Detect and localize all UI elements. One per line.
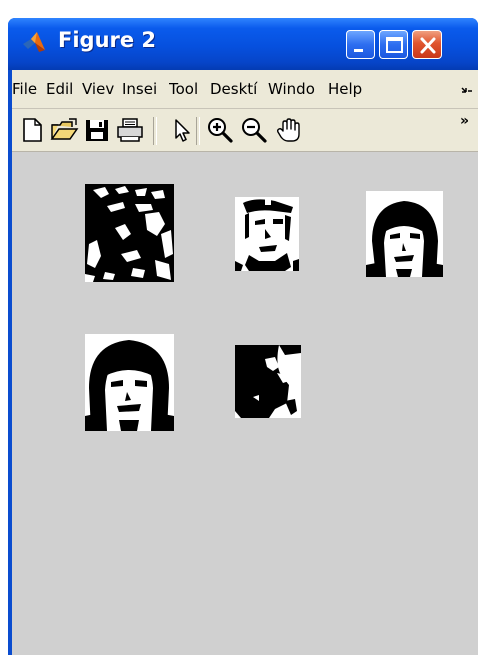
menu-edit[interactable]: Edil [46,79,76,99]
figure-toolbar: » [12,109,478,152]
menu-view[interactable]: Viev [82,79,116,99]
maximize-button[interactable] [379,30,408,59]
zoom-out-icon [242,118,267,143]
open-folder-icon [50,118,79,140]
figure-canvas [12,152,478,655]
face-image-5[interactable] [235,345,301,418]
face-image-3[interactable] [366,191,443,277]
print-figure-button[interactable] [115,117,145,143]
toolbar-separator [196,117,200,145]
close-icon [420,37,436,54]
figure-window: Figure 2 File Edil Viev Insei Tool Deskt… [8,18,478,655]
edit-plot-button[interactable] [168,117,194,143]
menu-bar: File Edil Viev Insei Tool Desktí Windo H… [12,70,478,109]
new-figure-button[interactable] [20,117,46,143]
pan-button[interactable] [274,117,304,143]
menu-desktop[interactable]: Desktí [210,79,262,99]
new-file-icon [23,118,42,142]
window-client-area: File Edil Viev Insei Tool Desktí Windo H… [12,70,478,655]
open-file-button[interactable] [50,117,80,143]
window-title: Figure 2 [58,28,157,52]
save-figure-button[interactable] [84,117,110,143]
toolbar-separator [153,117,157,145]
pointer-arrow-icon [175,119,190,142]
toolbar-overflow-button[interactable]: » [460,113,469,129]
close-button[interactable] [412,30,442,59]
face-image-4[interactable] [85,334,174,431]
matlab-logo-icon [23,32,45,52]
menu-window[interactable]: Windo [268,79,322,99]
printer-icon [117,118,143,142]
zoom-in-icon [208,118,233,143]
menu-help[interactable]: Help [328,79,362,99]
zoom-out-button[interactable] [240,117,268,143]
menu-insert[interactable]: Insei [122,79,162,99]
maximize-icon [386,37,403,53]
save-disk-icon [86,120,108,141]
face-image-1[interactable] [85,184,174,282]
menu-overflow-icon[interactable] [460,84,474,98]
menu-file[interactable]: File [12,79,40,99]
zoom-in-button[interactable] [206,117,234,143]
hand-pan-icon [276,118,300,142]
face-image-2[interactable] [235,197,299,271]
minimize-button[interactable] [346,30,375,59]
title-bar[interactable]: Figure 2 [8,18,478,70]
menu-tools[interactable]: Tool [169,79,205,99]
minimize-icon [354,49,363,52]
